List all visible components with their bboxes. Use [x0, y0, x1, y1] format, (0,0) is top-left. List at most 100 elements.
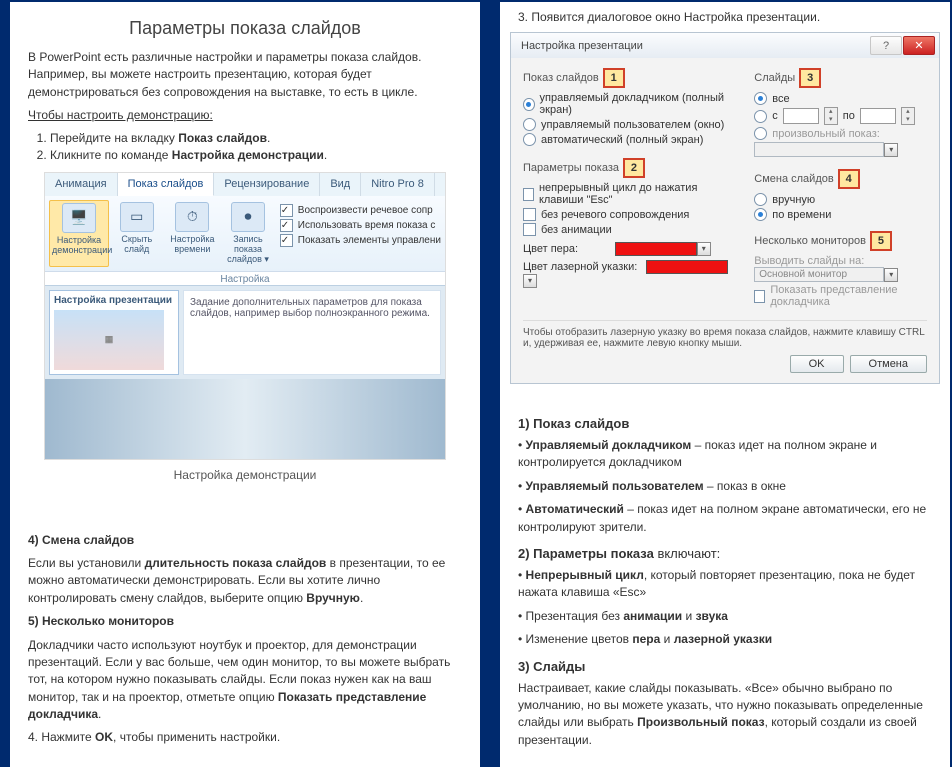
radio-manual[interactable]: вручную	[754, 193, 927, 206]
radio-icon	[754, 110, 767, 123]
step-3-text: 3. Появится диалоговое окно Настройка пр…	[500, 2, 950, 28]
desc-bullet: Автоматический – показ идет на полном эк…	[518, 501, 932, 536]
chevron-down-icon: ▾	[884, 143, 898, 157]
section-4-text: Если вы установили длительность показа с…	[28, 555, 462, 607]
close-button[interactable]: ✕	[903, 36, 935, 55]
intro-text: В PowerPoint есть различные настройки и …	[28, 49, 462, 101]
dialog-title: Настройка презентации	[521, 40, 643, 52]
page-title: Параметры показа слайдов	[28, 18, 462, 39]
marker-2: 2	[623, 158, 645, 178]
check-no-animation[interactable]: без анимации	[523, 223, 730, 236]
check-no-narration[interactable]: без речевого сопровождения	[523, 208, 730, 221]
tab-nitro[interactable]: Nitro Pro 8	[361, 173, 435, 196]
radio-icon	[754, 193, 767, 206]
laser-color-label: Цвет лазерной указки:	[523, 261, 637, 273]
ok-button[interactable]: OK	[790, 355, 844, 373]
spinner-icon[interactable]: ▴▾	[824, 107, 838, 125]
marker-3: 3	[799, 68, 821, 88]
radio-auto-full[interactable]: автоматический (полный экран)	[523, 133, 730, 146]
check-presenter-view: Показать представление докладчика	[754, 284, 927, 308]
howto-list: Перейдите на вкладку Показ слайдов. Клик…	[50, 131, 462, 162]
tab-slideshow[interactable]: Показ слайдов	[118, 173, 215, 196]
section-5-text: Докладчики часто используют ноутбук и пр…	[28, 637, 462, 724]
desc-bullet: Управляемый докладчиком – показ идет на …	[518, 437, 932, 472]
play-narrations-check[interactable]: ✓ Воспроизвести речевое сопр	[280, 204, 441, 217]
clock-icon: ⏱	[175, 202, 209, 232]
radio-all-slides[interactable]: все	[754, 92, 927, 105]
descriptions: 1) Показ слайдов Управляемый докладчиком…	[500, 394, 950, 767]
desc-1-heading: 1) Показ слайдов	[518, 416, 932, 431]
radio-icon	[754, 208, 767, 221]
dialog-thumbnail-icon: ▦	[54, 310, 164, 370]
record-slideshow-button[interactable]: ⏺ Запись показаслайдов ▾	[220, 200, 276, 267]
page: Параметры показа слайдов В PowerPoint ес…	[0, 0, 952, 767]
desc-2-heading: 2) Параметры показа включают:	[518, 546, 932, 561]
radio-icon	[754, 92, 767, 105]
tooltip: Настройка презентации ▦ Задание дополнит…	[45, 285, 445, 379]
monitor-select[interactable]: Основной монитор	[754, 267, 884, 282]
hide-slide-icon: ▭	[120, 202, 154, 232]
group-advance: Смена слайдов	[754, 173, 833, 185]
checkbox-icon: ✓	[280, 219, 293, 232]
cancel-button[interactable]: Отмена	[850, 355, 927, 373]
chevron-down-icon[interactable]: ▾	[523, 274, 537, 288]
radio-timings[interactable]: по времени	[754, 208, 927, 221]
marker-4: 4	[838, 169, 860, 189]
to-input[interactable]	[860, 108, 896, 124]
radio-user-window[interactable]: управляемый пользователем (окно)	[523, 118, 730, 131]
tab-view[interactable]: Вид	[320, 173, 361, 196]
checkbox-icon: ✓	[280, 204, 293, 217]
chevron-down-icon[interactable]: ▾	[697, 242, 711, 256]
desc-bullet: Презентация без анимации и звука	[518, 608, 932, 625]
group-show-type: Показ слайдов	[523, 72, 599, 84]
group-monitors: Несколько мониторов	[754, 235, 866, 247]
marker-1: 1	[603, 68, 625, 88]
tooltip-text: Задание дополнительных параметров для по…	[183, 290, 441, 375]
from-input[interactable]	[783, 108, 819, 124]
monitor-output-label: Выводить слайды на:	[754, 255, 927, 267]
radio-icon	[523, 98, 535, 111]
radio-icon	[523, 118, 536, 131]
radio-from-to[interactable]: с ▴▾ по ▴▾	[754, 107, 927, 125]
marker-5: 5	[870, 231, 892, 251]
section-6-text: 4. Нажмите OK, чтобы применить настройки…	[28, 729, 462, 746]
left-column: Параметры показа слайдов В PowerPoint ес…	[10, 2, 480, 767]
setup-dialog: Настройка презентации ? ✕ Показ слайдов 1…	[510, 32, 940, 384]
desc-bullet: Изменение цветов пера и лазерной указки	[518, 631, 932, 648]
rehearse-timings-button[interactable]: ⏱ Настройкавремени	[165, 200, 221, 267]
screenshot-caption: Настройка демонстрации	[28, 468, 462, 482]
laser-color-swatch[interactable]	[646, 260, 728, 274]
checkbox-icon	[523, 208, 536, 221]
background-photo	[45, 379, 445, 459]
tab-review[interactable]: Рецензирование	[214, 173, 320, 196]
tab-animation[interactable]: Анимация	[45, 173, 118, 196]
list-item: Кликните по команде Настройка демонстрац…	[50, 148, 462, 162]
howto-heading: Чтобы настроить демонстрацию:	[28, 108, 213, 122]
check-loop-esc[interactable]: непрерывный цикл до нажатия клавиши "Esc…	[523, 182, 730, 206]
pen-color-swatch[interactable]	[615, 242, 697, 256]
group-show-options: Параметры показа	[523, 162, 619, 174]
checkbox-icon: ✓	[280, 234, 293, 247]
hide-slide-button[interactable]: ▭ Скрытьслайд	[109, 200, 165, 267]
use-timings-check[interactable]: ✓ Использовать время показа с	[280, 219, 441, 232]
radio-presenter-full[interactable]: управляемый докладчиком (полный экран)	[523, 92, 730, 116]
section-5-heading: 5) Несколько мониторов	[28, 614, 174, 628]
radio-icon	[523, 133, 536, 146]
pen-color-label: Цвет пера:	[523, 243, 578, 255]
show-controls-check[interactable]: ✓ Показать элементы управлени	[280, 234, 441, 247]
checkbox-icon	[754, 290, 765, 303]
custom-show-select	[754, 142, 884, 157]
record-icon: ⏺	[231, 202, 265, 232]
setup-slideshow-button[interactable]: 🖥️ Настройкадемонстрации	[49, 200, 109, 267]
tooltip-title: Настройка презентации	[54, 295, 172, 306]
group-slides: Слайды	[754, 72, 795, 84]
help-button[interactable]: ?	[870, 36, 902, 55]
desc-bullet: Непрерывный цикл, который повторяет през…	[518, 567, 932, 602]
desc-bullet: Управляемый пользователем – показ в окне	[518, 478, 932, 495]
monitor-icon: 🖥️	[62, 203, 96, 233]
spinner-icon[interactable]: ▴▾	[901, 107, 915, 125]
desc-3-text: Настраивает, какие слайды показывать. «В…	[518, 680, 932, 750]
radio-icon	[754, 127, 767, 140]
chevron-down-icon[interactable]: ▾	[884, 268, 898, 282]
radio-custom-show: произвольный показ:	[754, 127, 927, 140]
